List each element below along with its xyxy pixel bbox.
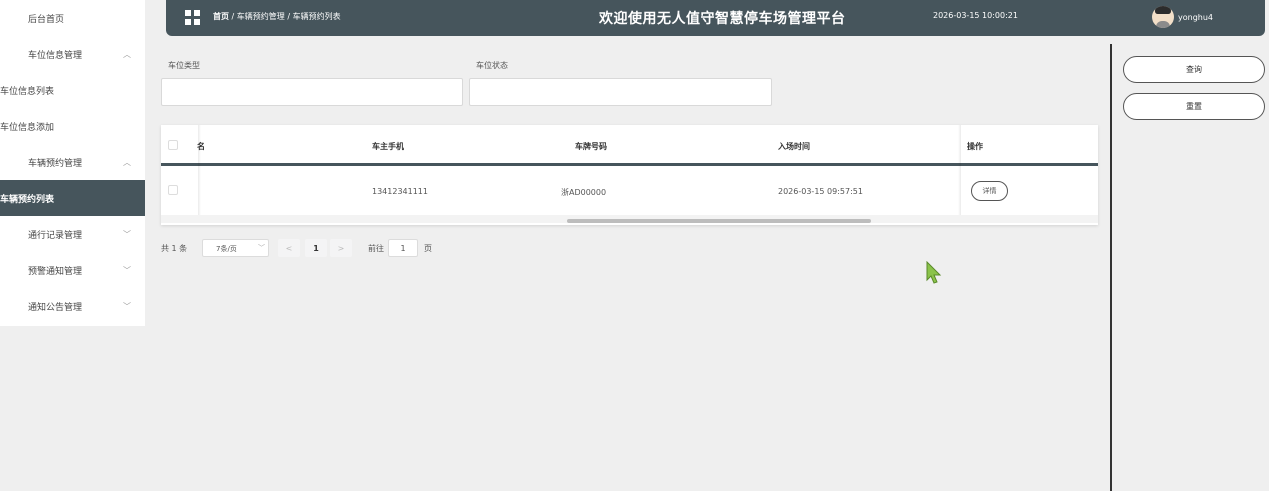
column-header-entry-time: 入场时间 <box>778 142 810 151</box>
breadcrumb-home[interactable]: 首页 <box>213 12 229 21</box>
parking-status-select[interactable] <box>469 78 772 106</box>
sidebar-item-reservation[interactable]: 车辆预约管理 ︿ <box>0 144 145 180</box>
sidebar-item-label: 后台首页 <box>28 14 65 25</box>
breadcrumb: 首页 / 车辆预约管理 / 车辆预约列表 <box>213 11 341 22</box>
panel-divider <box>1110 44 1112 491</box>
username: yonghu4 <box>1178 12 1214 22</box>
column-header-action: 操作 <box>967 142 983 151</box>
sidebar-item-access-records[interactable]: 通行记录管理 ﹀ <box>0 216 145 252</box>
sidebar-item-label: 车位信息添加 <box>0 122 55 133</box>
sidebar-item-label: 车辆预约列表 <box>0 194 55 205</box>
mouse-cursor-icon <box>926 261 942 284</box>
next-page-button[interactable]: > <box>330 239 352 257</box>
fixed-column-shadow <box>958 125 961 215</box>
menu-grid-icon[interactable] <box>185 10 200 25</box>
query-button[interactable]: 查询 <box>1123 56 1265 83</box>
chevron-up-icon: ︿ <box>123 158 131 167</box>
chevron-down-icon: ﹀ <box>123 230 131 239</box>
chevron-down-icon: ﹀ <box>123 266 131 275</box>
chevron-down-icon: ﹀ <box>258 244 265 252</box>
chevron-down-icon: ﹀ <box>123 302 131 311</box>
sidebar-item-notices[interactable]: 通知公告管理 ﹀ <box>0 288 145 324</box>
prev-page-button[interactable]: < <box>278 239 300 257</box>
sidebar-item-label: 通知公告管理 <box>28 302 83 313</box>
sidebar-item-parking-info[interactable]: 车位信息管理 ︿ <box>0 36 145 72</box>
breadcrumb-level1: 车辆预约管理 <box>236 12 285 21</box>
goto-page-input[interactable]: 1 <box>388 239 418 257</box>
avatar <box>1152 6 1174 28</box>
sidebar-item-label: 车辆预约管理 <box>28 158 83 169</box>
horizontal-scrollbar-thumb[interactable] <box>567 219 871 223</box>
top-header: 首页 / 车辆预约管理 / 车辆预约列表 欢迎使用无人值守智慧停车场管理平台 2… <box>166 0 1265 36</box>
sidebar-menu: 后台首页 车位信息管理 ︿ 车位信息列表 车位信息添加 车辆预约管理 ︿ 车辆预… <box>0 0 145 326</box>
parking-type-select[interactable] <box>161 78 463 106</box>
cell-entry-time: 2026-03-15 09:57:51 <box>778 187 863 196</box>
user-menu[interactable]: yonghu4 <box>1152 6 1213 28</box>
select-all-checkbox[interactable] <box>168 140 178 150</box>
breadcrumb-level2: 车辆预约列表 <box>292 12 341 21</box>
page-number-current[interactable]: 1 <box>305 239 327 257</box>
parking-status-label: 车位状态 <box>476 61 508 70</box>
detail-button[interactable]: 详情 <box>971 181 1008 201</box>
column-header-plate: 车牌号码 <box>575 142 607 151</box>
row-checkbox[interactable] <box>168 185 178 195</box>
pagination-total: 共 1 条 <box>161 244 188 253</box>
sidebar-item-parking-list[interactable]: 车位信息列表 <box>0 72 145 108</box>
sidebar-item-alerts[interactable]: 预警通知管理 ﹀ <box>0 252 145 288</box>
sidebar-item-home[interactable]: 后台首页 <box>0 0 145 36</box>
reset-button[interactable]: 重置 <box>1123 93 1265 120</box>
page-size-select[interactable]: 7条/页 ﹀ <box>202 239 269 257</box>
current-datetime: 2026-03-15 10:00:21 <box>933 11 1018 20</box>
sidebar-item-label: 车位信息列表 <box>0 86 55 97</box>
sidebar-item-label: 车位信息管理 <box>28 50 83 61</box>
sidebar-item-label: 通行记录管理 <box>28 230 83 241</box>
chevron-up-icon: ︿ <box>123 50 131 59</box>
breadcrumb-separator: / <box>231 12 235 21</box>
sidebar-item-parking-add[interactable]: 车位信息添加 <box>0 108 145 144</box>
cell-phone: 13412341111 <box>372 187 428 196</box>
column-header-phone: 车主手机 <box>372 142 404 151</box>
cell-plate: 浙AD00000 <box>561 188 607 197</box>
parking-type-label: 车位类型 <box>168 61 200 70</box>
page-size-value: 7条/页 <box>216 245 237 253</box>
goto-label: 前往 <box>368 244 384 253</box>
page-title: 欢迎使用无人值守智慧停车场管理平台 <box>599 11 846 27</box>
sidebar-item-reservation-list[interactable]: 车辆预约列表 <box>0 180 145 216</box>
reservation-table: 名 车主手机 车牌号码 入场时间 操作 13412341111 浙AD00000… <box>161 125 1098 225</box>
page-suffix-label: 页 <box>424 244 432 253</box>
fixed-column-shadow <box>198 125 201 215</box>
sidebar-item-label: 预警通知管理 <box>28 266 83 277</box>
breadcrumb-separator: / <box>287 12 291 21</box>
